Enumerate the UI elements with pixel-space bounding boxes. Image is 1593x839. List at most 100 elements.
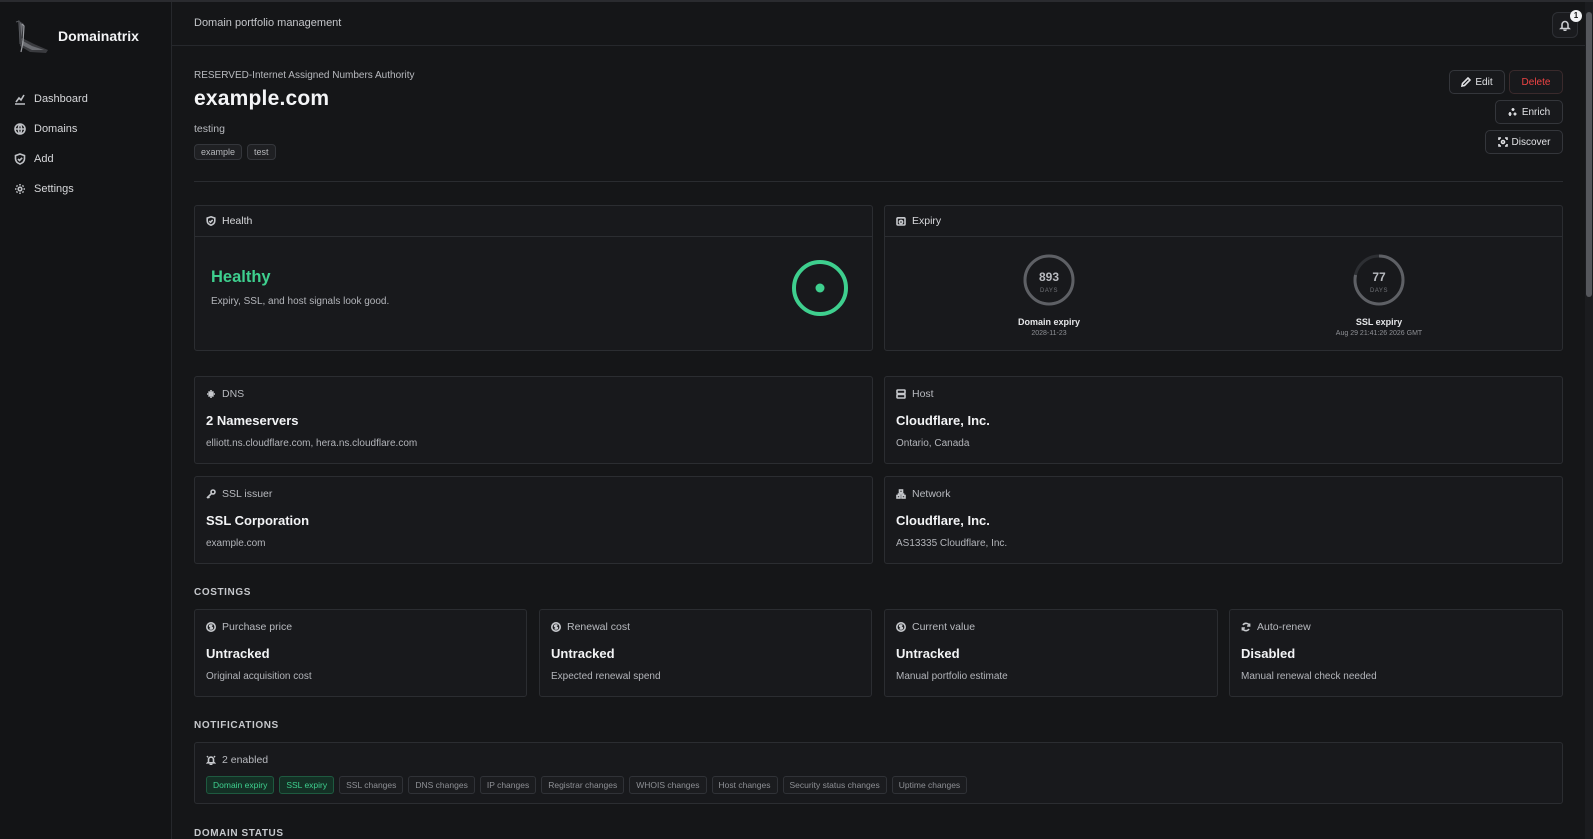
network-icon [896, 489, 906, 499]
purchase-price-header: Purchase price [206, 621, 292, 633]
sidebar-item-dashboard[interactable]: Dashboard [0, 84, 172, 114]
divider [194, 181, 1563, 182]
sidebar-item-label: Settings [34, 183, 74, 195]
host-card: Host Cloudflare, Inc. Ontario, Canada [884, 376, 1563, 464]
discover-button[interactable]: Discover [1485, 130, 1563, 154]
dns-card-title: DNS [222, 388, 245, 400]
notification-tag-host-changes[interactable]: Host changes [711, 776, 778, 794]
shield-icon [14, 153, 26, 165]
refresh-icon [1241, 622, 1251, 632]
tag[interactable]: test [247, 144, 276, 160]
chart-icon [15, 94, 25, 105]
auto-renew-header: Auto-renew [1241, 621, 1311, 633]
purchase-price-detail: Original acquisition cost [206, 671, 312, 682]
gear-icon [15, 184, 25, 194]
domain-expiry-date: 2028-11-23 [1031, 330, 1067, 337]
notification-tag-domain-expiry[interactable]: Domain expiry [206, 776, 275, 794]
health-status-ring-icon [792, 260, 848, 316]
tag[interactable]: example [194, 144, 243, 160]
notifications-header: 2 enabled [206, 754, 268, 766]
domain-expiry-days: 893 [1038, 270, 1060, 284]
network-value: Cloudflare, Inc. [896, 513, 990, 528]
notification-tag-uptime-changes[interactable]: Uptime changes [891, 776, 968, 794]
renewal-cost-value: Untracked [551, 646, 615, 661]
pencil-icon [1461, 77, 1472, 87]
dns-card: DNS 2 Nameservers elliott.ns.cloudflare.… [194, 376, 873, 464]
network-card: Network Cloudflare, Inc. AS13335 Cloudfl… [884, 476, 1563, 564]
dns-detail: elliott.ns.cloudflare.com, hera.ns.cloud… [206, 438, 418, 449]
notifications-section-title: NOTIFICATIONS [194, 720, 279, 731]
network-card-title: Network [912, 488, 951, 500]
notification-tag-ip-changes[interactable]: IP changes [479, 776, 537, 794]
current-value-card: Current value Untracked Manual portfolio… [884, 609, 1218, 697]
header-title: Domain portfolio management [194, 17, 342, 29]
network-detail: AS13335 Cloudflare, Inc. [896, 538, 1008, 549]
page-title: example.com [194, 87, 330, 110]
health-card-title: Health [222, 215, 253, 227]
notification-tag-ssl-changes[interactable]: SSL changes [339, 776, 404, 794]
domain-expiry-label: Domain expiry [1017, 317, 1081, 327]
globe-icon [14, 123, 26, 135]
notification-tag-whois-changes[interactable]: WHOIS changes [629, 776, 707, 794]
notifications-summary: 2 enabled [222, 754, 269, 766]
sidebar-item-add[interactable]: Add [0, 144, 172, 174]
auto-renew-title: Auto-renew [1257, 621, 1311, 633]
ssl-issuer-detail: example.com [206, 538, 266, 549]
notification-tag-security-status-changes[interactable]: Security status changes [782, 776, 887, 794]
notification-tags: Domain expiry SSL expiry SSL changes DNS… [206, 776, 968, 794]
shield-check-icon [206, 216, 216, 226]
expiry-card-title: Expiry [912, 215, 942, 227]
notification-count-badge: 1 [1570, 10, 1582, 22]
notification-tag-registrar-changes[interactable]: Registrar changes [541, 776, 625, 794]
edit-button[interactable]: Edit [1449, 70, 1505, 94]
sidebar-item-settings[interactable]: Settings [0, 174, 172, 204]
notification-tag-ssl-expiry[interactable]: SSL expiry [279, 776, 335, 794]
ssl-issuer-card: SSL issuer SSL Corporation example.com [194, 476, 873, 564]
auto-renew-detail: Manual renewal check needed [1241, 671, 1377, 682]
sidebar: Domainatrix Dashboard Domains Add Settin… [0, 2, 172, 839]
current-value-value: Untracked [896, 646, 960, 661]
registrar-label: RESERVED-Internet Assigned Numbers Autho… [194, 70, 415, 81]
ssl-issuer-card-header: SSL issuer [206, 488, 272, 500]
renewal-cost-detail: Expected renewal spend [551, 671, 661, 682]
domain-expiry-unit: DAYS [1040, 288, 1058, 294]
current-value-header: Current value [896, 621, 975, 633]
purchase-price-value: Untracked [206, 646, 270, 661]
sparkle-icon [207, 390, 215, 398]
purchase-price-title: Purchase price [222, 621, 293, 633]
sidebar-item-domains[interactable]: Domains [0, 114, 172, 144]
host-card-title: Host [912, 388, 934, 400]
scrollbar[interactable] [1585, 2, 1593, 839]
app-name: Domainatrix [58, 28, 139, 44]
enrich-button-label: Enrich [1521, 106, 1551, 118]
bell-ring-icon [206, 755, 216, 765]
sparkles-icon [1508, 108, 1517, 116]
discover-button-label: Discover [1511, 136, 1551, 148]
notifications-button[interactable]: 1 [1552, 10, 1582, 38]
scan-icon [1497, 137, 1508, 147]
logo-icon [15, 20, 48, 53]
ssl-expiry-days: 77 [1372, 270, 1386, 284]
host-card-header: Host [896, 388, 934, 400]
costings-section-title: COSTINGS [194, 587, 252, 598]
host-value: Cloudflare, Inc. [896, 413, 990, 428]
health-status: Healthy [211, 268, 271, 286]
health-card: Health Healthy Expiry, SSL, and host sig… [194, 205, 873, 351]
health-card-header: Health [195, 206, 872, 237]
purchase-price-card: Purchase price Untracked Original acquis… [194, 609, 527, 697]
ssl-expiry-label: SSL expiry [1355, 317, 1403, 327]
scrollbar-thumb[interactable] [1586, 12, 1592, 297]
top-header: Domain portfolio management 1 [172, 2, 1585, 46]
dns-value: 2 Nameservers [206, 413, 299, 428]
brand[interactable]: Domainatrix [8, 16, 139, 56]
delete-button[interactable]: Delete [1509, 70, 1563, 94]
host-detail: Ontario, Canada [896, 438, 970, 449]
domain-tags: example test [194, 144, 276, 160]
sidebar-item-label: Dashboard [34, 93, 88, 105]
domain-actions: Edit Delete Enrich Discover [1363, 70, 1563, 156]
enrich-button[interactable]: Enrich [1495, 100, 1563, 124]
delete-button-label: Delete [1521, 76, 1551, 88]
server-icon [896, 389, 906, 399]
notification-tag-dns-changes[interactable]: DNS changes [408, 776, 475, 794]
current-value-detail: Manual portfolio estimate [896, 671, 1008, 682]
